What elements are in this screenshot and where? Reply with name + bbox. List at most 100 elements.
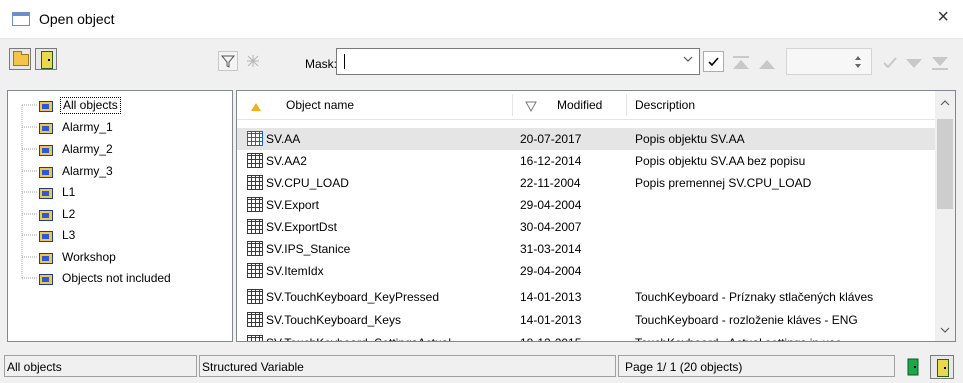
cell-name: SV.AA2 — [266, 154, 307, 168]
cell-name: SV.TouchKeyboard_SettingsActual — [266, 332, 451, 341]
window-title: Open object — [39, 11, 115, 27]
structured-variable-icon — [247, 131, 263, 146]
status-page-info: Page 1/ 1 (20 objects) — [618, 355, 895, 377]
check-icon[interactable] — [880, 54, 900, 72]
tree-item-alarmy-3[interactable]: Alarmy_3 — [38, 163, 115, 180]
tree-item-l1[interactable]: L1 — [38, 184, 77, 201]
cell-description: Popis premennej SV.CPU_LOAD — [635, 176, 812, 190]
mask-label: Mask: — [305, 57, 338, 71]
cell-modified: 30-04-2007 — [520, 220, 582, 234]
object-group-icon — [38, 251, 54, 265]
table-row[interactable]: SV.AA2 16-12-2014 Popis objektu SV.AA bez … — [237, 150, 937, 172]
scroll-down-icon[interactable] — [940, 327, 950, 333]
tree-item-workshop[interactable]: Workshop — [38, 249, 118, 266]
column-header-modified[interactable]: Modified — [557, 91, 602, 119]
cell-name: SV.TouchKeyboard_Keys — [266, 313, 401, 327]
cell-modified: 18-12-2015 — [520, 332, 581, 341]
cell-modified: 20-07-2017 — [520, 132, 582, 146]
tree-item-alarmy-1[interactable]: Alarmy_1 — [38, 119, 115, 136]
exit-door-icon — [41, 51, 53, 69]
column-header-name[interactable]: Object name — [286, 91, 354, 119]
table-row[interactable]: SV.AA 20-07-2017 Popis objektu SV.AA — [237, 128, 937, 150]
structured-variable-icon — [247, 312, 263, 327]
status-object-type: Structured Variable — [199, 355, 616, 377]
object-group-icon — [38, 186, 54, 200]
tree-item-l2[interactable]: L2 — [38, 206, 77, 223]
first-page-icon[interactable] — [730, 54, 752, 72]
list-header: Object name Modified Description — [237, 91, 937, 120]
structured-variable-icon — [247, 289, 263, 304]
mask-input[interactable] — [336, 48, 700, 75]
cell-description: TouchKeyboard - rozloženie kláves - ENG — [635, 313, 858, 327]
table-row[interactable]: SV.ExportDst 30-04-2007 — [237, 216, 937, 238]
confirm-mask-button[interactable] — [703, 51, 724, 72]
last-page-icon[interactable] — [929, 54, 951, 72]
status-open-button[interactable] — [902, 356, 924, 378]
open-button[interactable] — [9, 48, 31, 70]
window-app-icon — [12, 12, 30, 26]
table-row[interactable]: SV.TouchKeyboard_Keys 14-01-2013 TouchKeyb… — [237, 309, 937, 331]
sort-ascending-icon[interactable] — [250, 102, 262, 112]
sort-descending-icon[interactable] — [525, 100, 537, 112]
table-row[interactable]: SV.Export 29-04-2004 — [237, 194, 937, 216]
object-tree[interactable]: All objects Alarmy_1 Alarmy_2 Alarmy_3 L… — [7, 90, 233, 342]
filter-off-icon — [247, 55, 259, 67]
status-filter: All objects — [4, 355, 197, 377]
tree-item-label: Alarmy_1 — [62, 120, 113, 134]
filter-icon — [220, 55, 236, 68]
tree-item-label: Objects not included — [62, 271, 171, 285]
object-group-icon — [38, 272, 54, 286]
prev-page-icon[interactable] — [756, 54, 778, 72]
filter-button[interactable] — [218, 51, 238, 71]
tree-item-label: Alarmy_2 — [62, 142, 113, 156]
cell-name: SV.IPS_Stanice — [266, 242, 351, 256]
scrollbar-thumb[interactable] — [937, 119, 953, 209]
structured-variable-icon — [247, 197, 263, 212]
structured-variable-icon — [247, 175, 263, 190]
table-row[interactable]: SV.TouchKeyboard_KeyPressed 14-01-2013 Tou… — [237, 286, 937, 308]
table-row[interactable]: SV.ItemIdx 29-04-2004 — [237, 260, 937, 282]
exit-button[interactable] — [35, 48, 57, 70]
object-group-icon — [38, 229, 54, 243]
vertical-scrollbar[interactable] — [935, 91, 955, 341]
exit-door-icon — [937, 359, 949, 377]
tree-item-objects-not-included[interactable]: Objects not included — [38, 270, 173, 287]
spin-icon[interactable] — [852, 53, 864, 71]
structured-variable-icon — [247, 263, 263, 278]
cell-name: SV.TouchKeyboard_KeyPressed — [266, 290, 440, 304]
next-page-icon[interactable] — [903, 54, 925, 72]
object-group-icon — [38, 143, 54, 157]
tree-item-l3[interactable]: L3 — [38, 227, 77, 244]
close-icon[interactable]: × — [937, 7, 949, 27]
open-folder-icon — [13, 51, 29, 66]
tree-item-all-objects[interactable]: All objects — [38, 97, 121, 114]
text-caret — [344, 54, 345, 69]
object-group-icon — [38, 208, 54, 222]
cell-name: SV.AA — [266, 132, 301, 146]
status-exit-button[interactable] — [930, 355, 954, 379]
status-bar: All objects Structured Variable Page 1/ … — [0, 352, 963, 383]
filter-off-button[interactable] — [243, 51, 263, 71]
structured-variable-icon — [247, 153, 263, 168]
tree-item-label: L2 — [62, 207, 76, 221]
tree-item-alarmy-2[interactable]: Alarmy_2 — [38, 141, 115, 158]
confirm-check-icon — [708, 57, 719, 67]
structured-variable-icon — [247, 241, 263, 256]
structured-variable-icon — [247, 219, 263, 234]
cell-modified: 14-01-2013 — [520, 313, 582, 327]
tree-item-label: L3 — [62, 228, 76, 242]
scroll-up-icon[interactable] — [940, 100, 950, 106]
table-row[interactable]: SV.TouchKeyboard_SettingsActual 18-12-201… — [237, 332, 937, 341]
cell-name: SV.CPU_LOAD — [266, 176, 349, 190]
dropdown-chevron-icon[interactable] — [683, 56, 693, 62]
table-row[interactable]: SV.CPU_LOAD 22-11-2004 Popis premennej SV.… — [237, 172, 937, 194]
column-separator[interactable] — [512, 94, 513, 116]
table-row[interactable]: SV.IPS_Stanice 31-03-2014 — [237, 238, 937, 260]
cell-description: Popis objektu SV.AA — [635, 132, 745, 146]
column-separator[interactable] — [626, 94, 627, 116]
tree-item-label: All objects — [60, 97, 121, 114]
object-group-icon — [38, 121, 54, 135]
column-header-description[interactable]: Description — [635, 91, 695, 119]
cell-modified: 22-11-2004 — [520, 176, 581, 190]
object-list[interactable]: Object name Modified Description SV.AA 20… — [236, 90, 956, 342]
